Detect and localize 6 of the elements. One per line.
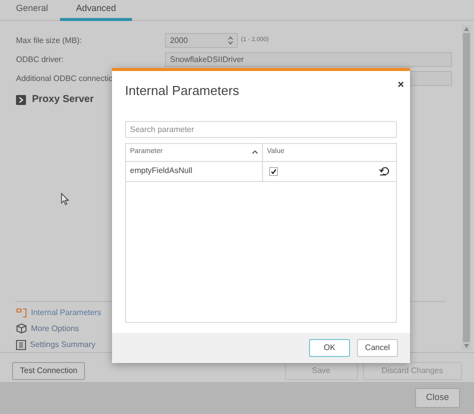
table-cell: emptyFieldAsNull bbox=[126, 162, 263, 180]
field-label: Max file size (MB): bbox=[16, 34, 83, 46]
dialog-title: Internal Parameters bbox=[125, 82, 240, 100]
section-title: Proxy Server bbox=[32, 93, 94, 107]
field-label: Additional ODBC connectio bbox=[16, 72, 114, 84]
field-label: ODBC driver: bbox=[16, 54, 65, 66]
